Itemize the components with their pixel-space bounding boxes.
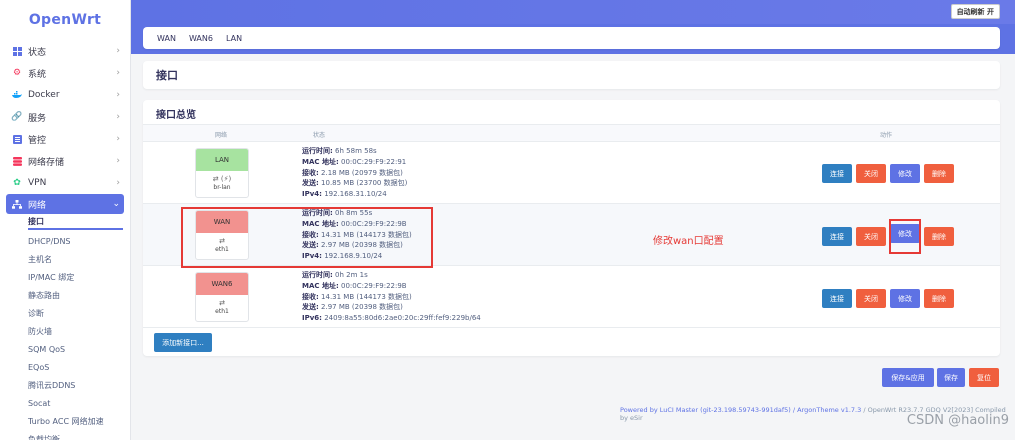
submenu-item-load-balance[interactable]: 负载均衡	[0, 430, 130, 440]
submenu-item-ip-mac-binding[interactable]: IP/MAC 绑定	[0, 268, 130, 286]
network-submenu: 接口 DHCP/DNS 主机名 IP/MAC 绑定 静态路由 诊断 防火墙 SQ…	[0, 214, 130, 440]
interface-device: br-lan	[213, 184, 231, 191]
col-network: 网络	[215, 132, 228, 139]
table-row: LAN ⇄ (⚡) br-lan 运行时间: 6h 58m 58s MAC 地址…	[143, 142, 1000, 204]
gear-icon: ⚙	[12, 67, 22, 78]
sidebar: OpenWrt 状态 › ⚙ 系统 › Docker › 🔗 服务 › 管控 ›	[0, 0, 131, 440]
connect-button[interactable]: 连接	[822, 227, 852, 246]
table-row: WAN6 ⇄ eth1 运行时间: 0h 2m 1s MAC 地址: 00:0C…	[143, 266, 1000, 328]
reset-button[interactable]: 复位	[969, 368, 999, 387]
chevron-right-icon: ›	[116, 134, 120, 144]
connect-button[interactable]: 连接	[822, 289, 852, 308]
interface-status: 运行时间: 6h 58m 58s MAC 地址: 00:0C:29:F9:22:…	[302, 147, 408, 199]
stop-button[interactable]: 关闭	[856, 227, 886, 246]
add-interface-button[interactable]: 添加新接口...	[154, 333, 212, 352]
sidebar-item-label: 管控	[28, 135, 47, 146]
services-icon: 🔗	[11, 111, 23, 122]
sidebar-item-label: 服务	[28, 113, 47, 124]
sidebar-item-label: 系统	[28, 69, 47, 80]
interface-device: eth1	[215, 308, 229, 315]
sidebar-item-network[interactable]: 网络 ⌄	[6, 194, 124, 214]
sidebar-item-status[interactable]: 状态 ›	[0, 40, 130, 62]
edit-button[interactable]: 修改	[890, 164, 920, 183]
tab-lan[interactable]: LAN	[226, 34, 242, 43]
chevron-right-icon: ›	[116, 112, 120, 122]
vpn-icon: ✿	[13, 177, 21, 188]
sidebar-item-label: VPN	[28, 178, 47, 188]
submenu-item-turbo-acc[interactable]: Turbo ACC 网络加速	[0, 412, 130, 430]
save-apply-button[interactable]: 保存&应用	[882, 368, 934, 387]
chevron-right-icon: ›	[116, 46, 120, 56]
sidebar-item-services[interactable]: 🔗 服务 ›	[0, 106, 130, 128]
save-button[interactable]: 保存	[937, 368, 965, 387]
interface-badge-wan6: WAN6 ⇄ eth1	[195, 272, 249, 322]
overview-title: 接口总览	[156, 110, 196, 121]
col-status: 状态	[313, 132, 326, 139]
interface-name: WAN6	[196, 273, 248, 295]
chevron-right-icon: ›	[116, 156, 120, 166]
bridge-icon: ⇄ (⚡)	[212, 175, 232, 183]
delete-button[interactable]: 删除	[924, 289, 954, 308]
submenu-item-dhcp-dns[interactable]: DHCP/DNS	[0, 232, 130, 250]
page-title: 接口	[143, 61, 1000, 89]
interface-status: 运行时间: 0h 2m 1s MAC 地址: 00:0C:29:F9:22:9B…	[302, 271, 481, 323]
submenu-item-firewall[interactable]: 防火墙	[0, 322, 130, 340]
chevron-right-icon: ›	[116, 178, 120, 188]
top-header: 自动刷新 开	[131, 0, 1015, 24]
sidebar-item-storage[interactable]: 网络存储 ›	[0, 150, 130, 172]
sidebar-item-label: Docker	[28, 90, 60, 100]
chevron-right-icon: ›	[116, 68, 120, 78]
network-icon	[12, 199, 22, 209]
watermark: CSDN @haolin9	[906, 413, 1009, 428]
storage-icon	[12, 156, 22, 166]
stop-button[interactable]: 关闭	[856, 289, 886, 308]
theme-link[interactable]: / ArgonTheme v1.7.3	[791, 406, 861, 414]
submenu-item-sqm-qos[interactable]: SQM QoS	[0, 340, 130, 358]
dashboard-icon	[12, 46, 22, 56]
chevron-down-icon: ⌄	[112, 199, 120, 209]
openwrt-logo[interactable]: OpenWrt	[0, 0, 130, 40]
sidebar-menu: 状态 › ⚙ 系统 › Docker › 🔗 服务 › 管控 › 网络存储 ›	[0, 40, 130, 214]
sidebar-item-label: 网络	[28, 200, 47, 211]
submenu-item-socat[interactable]: Socat	[0, 394, 130, 412]
sidebar-item-system[interactable]: ⚙ 系统 ›	[0, 62, 130, 84]
submenu-item-static-routes[interactable]: 静态路由	[0, 286, 130, 304]
sidebar-item-label: 网络存储	[28, 157, 65, 168]
sidebar-item-label: 状态	[28, 47, 47, 58]
chevron-right-icon: ›	[116, 90, 120, 100]
connect-button[interactable]: 连接	[822, 164, 852, 183]
sidebar-item-docker[interactable]: Docker ›	[0, 84, 130, 106]
table-header: 网络 状态 动作	[143, 124, 1000, 142]
edit-button[interactable]: 修改	[890, 289, 920, 308]
annotation-box-edit	[889, 219, 921, 254]
submenu-item-hostnames[interactable]: 主机名	[0, 250, 130, 268]
col-actions: 动作	[880, 132, 893, 139]
interface-name: LAN	[196, 149, 248, 171]
tab-wan[interactable]: WAN	[157, 34, 176, 43]
ethernet-icon: ⇄	[219, 299, 225, 307]
interface-badge-lan: LAN ⇄ (⚡) br-lan	[195, 148, 249, 198]
tab-wan6[interactable]: WAN6	[189, 34, 213, 43]
submenu-item-tencent-ddns[interactable]: 腾讯云DDNS	[0, 376, 130, 394]
delete-button[interactable]: 删除	[924, 164, 954, 183]
docker-icon	[12, 90, 22, 100]
submenu-item-eqos[interactable]: EQoS	[0, 358, 130, 376]
control-icon	[12, 134, 22, 144]
submenu-item-diagnostics[interactable]: 诊断	[0, 304, 130, 322]
stop-button[interactable]: 关闭	[856, 164, 886, 183]
sidebar-item-vpn[interactable]: ✿ VPN ›	[0, 172, 130, 194]
annotation-text: 修改wan口配置	[653, 236, 724, 247]
sidebar-item-control[interactable]: 管控 ›	[0, 128, 130, 150]
submenu-item-interfaces[interactable]: 接口	[0, 214, 130, 232]
interface-tabs: WAN WAN6 LAN	[143, 27, 1000, 49]
luci-link[interactable]: Powered by LuCI Master (git-23.198.59743…	[620, 406, 791, 414]
annotation-box-wan	[181, 207, 433, 268]
auto-refresh-button[interactable]: 自动刷新 开	[950, 4, 1000, 19]
delete-button[interactable]: 删除	[924, 227, 954, 246]
